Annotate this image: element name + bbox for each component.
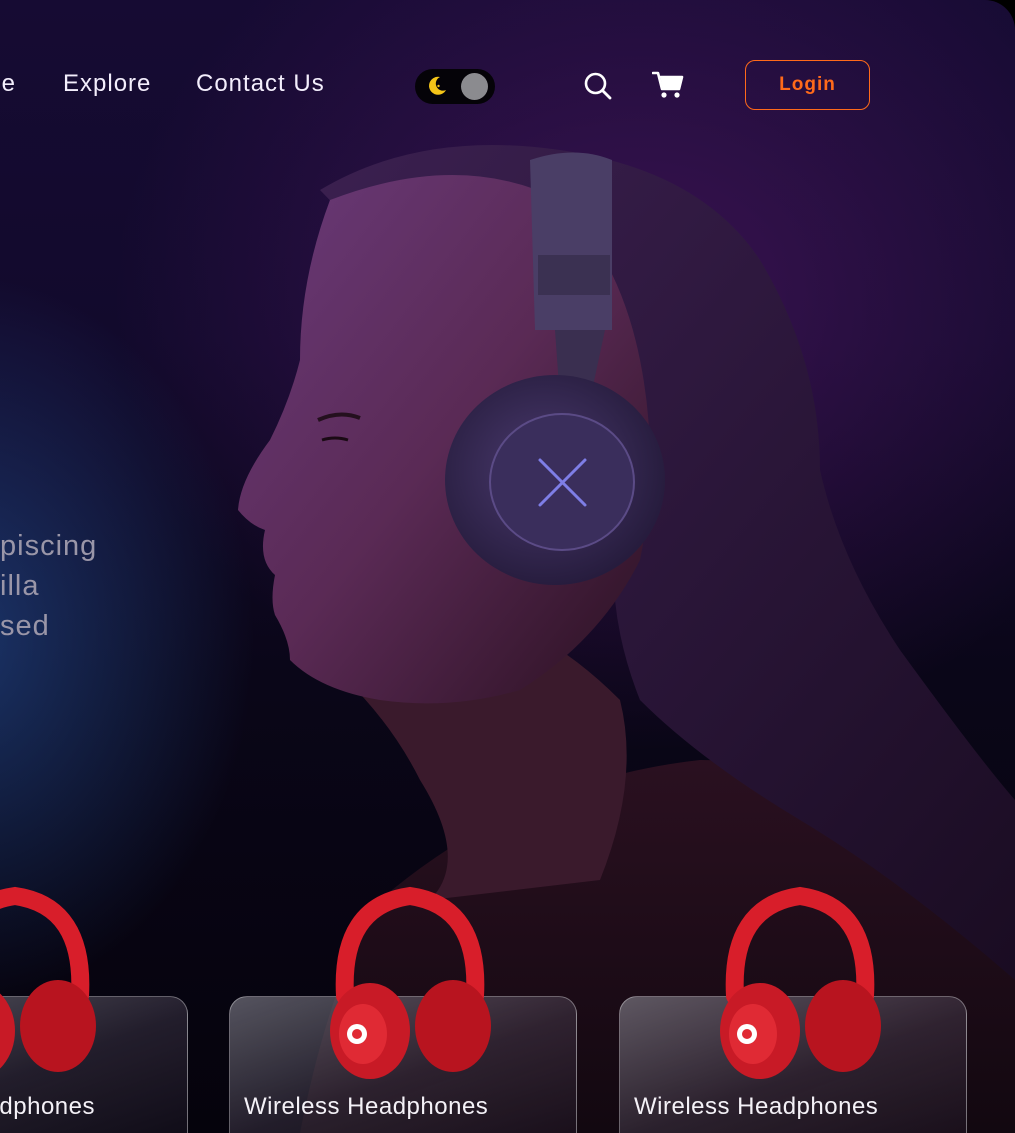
product-title: dphones	[0, 1093, 95, 1120]
product-title: Wireless Headphones	[244, 1093, 489, 1120]
hero-section: Home Explore Contact Us Login piscing il…	[0, 0, 1015, 1133]
moon-icon	[429, 76, 446, 95]
hero-description-line: illa	[0, 570, 40, 602]
product-title: Wireless Headphones	[634, 1093, 879, 1120]
nav-explore-link[interactable]: Explore	[63, 70, 151, 98]
cart-icon[interactable]	[652, 70, 684, 100]
hero-description-line: piscing	[0, 530, 98, 562]
headphones-image	[720, 886, 881, 1079]
toggle-knob	[461, 73, 488, 100]
hero-description: piscing illa sed	[0, 526, 97, 646]
theme-toggle[interactable]	[415, 69, 495, 104]
login-button[interactable]: Login	[745, 60, 870, 110]
nav-contact-link[interactable]: Contact Us	[196, 70, 325, 98]
hero-description-line: sed	[0, 610, 50, 642]
nav-home-link[interactable]: Home	[0, 70, 14, 98]
headphones-image	[330, 886, 491, 1079]
search-icon[interactable]	[583, 71, 613, 101]
headphones-image	[0, 886, 96, 1072]
